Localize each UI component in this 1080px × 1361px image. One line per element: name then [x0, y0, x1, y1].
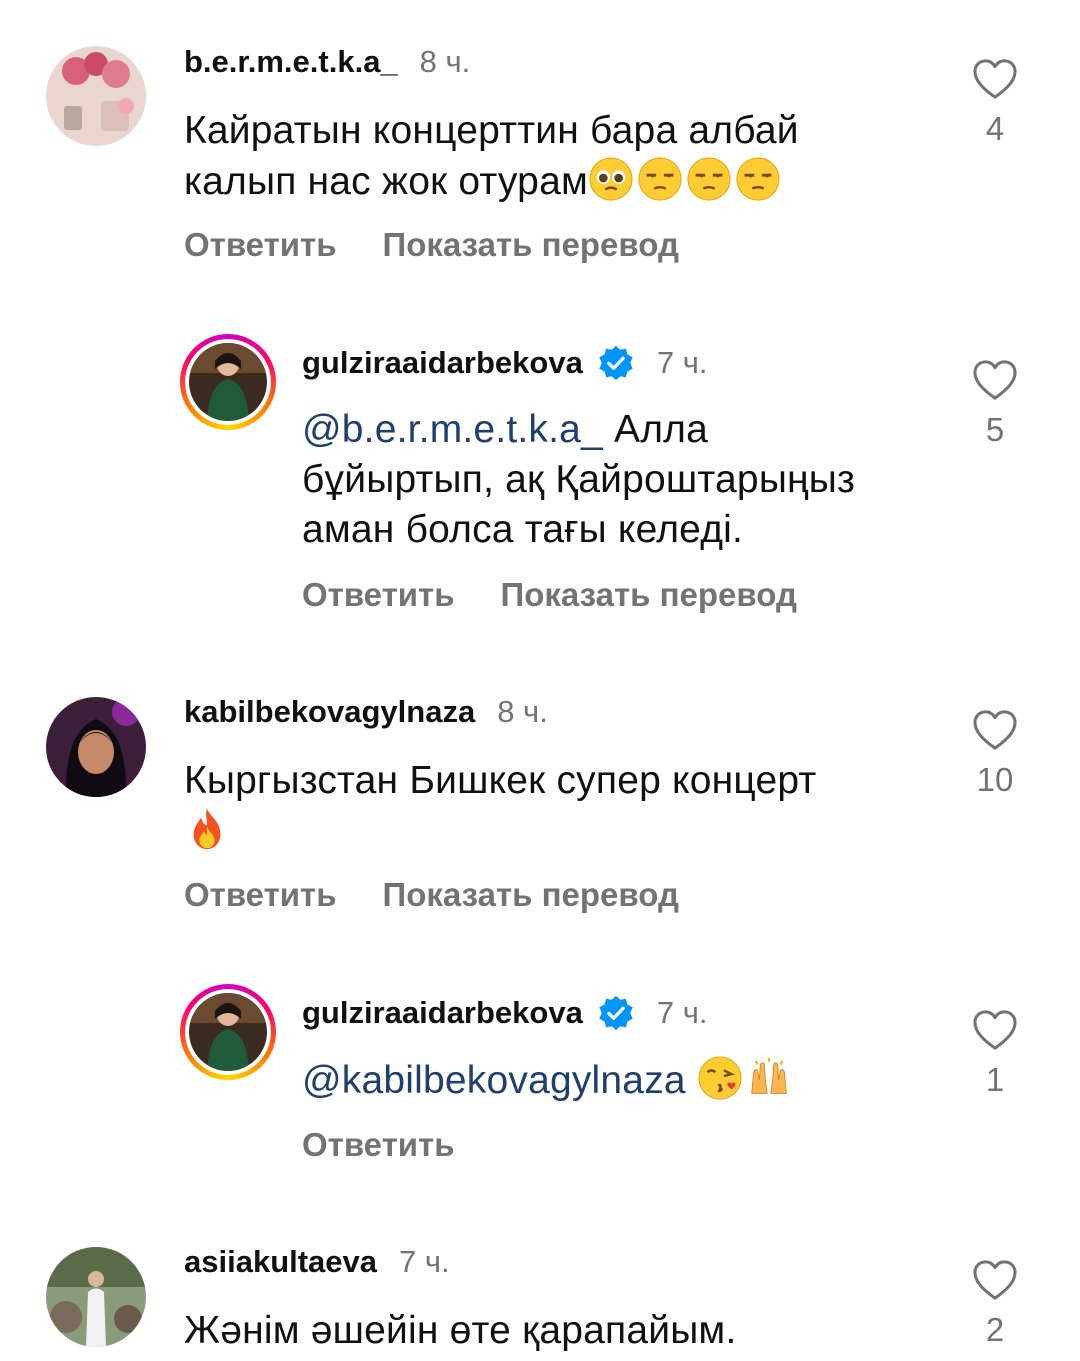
like-control: 2 — [945, 1259, 1045, 1349]
avatar[interactable] — [46, 1247, 146, 1347]
comment-text-line: Жәнім әшейін өте қарапайым. — [184, 1309, 737, 1352]
timestamp: 7 ч. — [399, 1244, 450, 1279]
comment-3: asiiakultaeva 7 ч. Жәнім әшейін өте қара… — [0, 0, 1080, 1361]
heart-icon[interactable] — [972, 1259, 1018, 1301]
like-count: 2 — [985, 1311, 1005, 1348]
username[interactable]: asiiakultaeva — [184, 1244, 377, 1280]
comment-text: Жәнім әшейін өте қарапайым. — [184, 1306, 737, 1356]
